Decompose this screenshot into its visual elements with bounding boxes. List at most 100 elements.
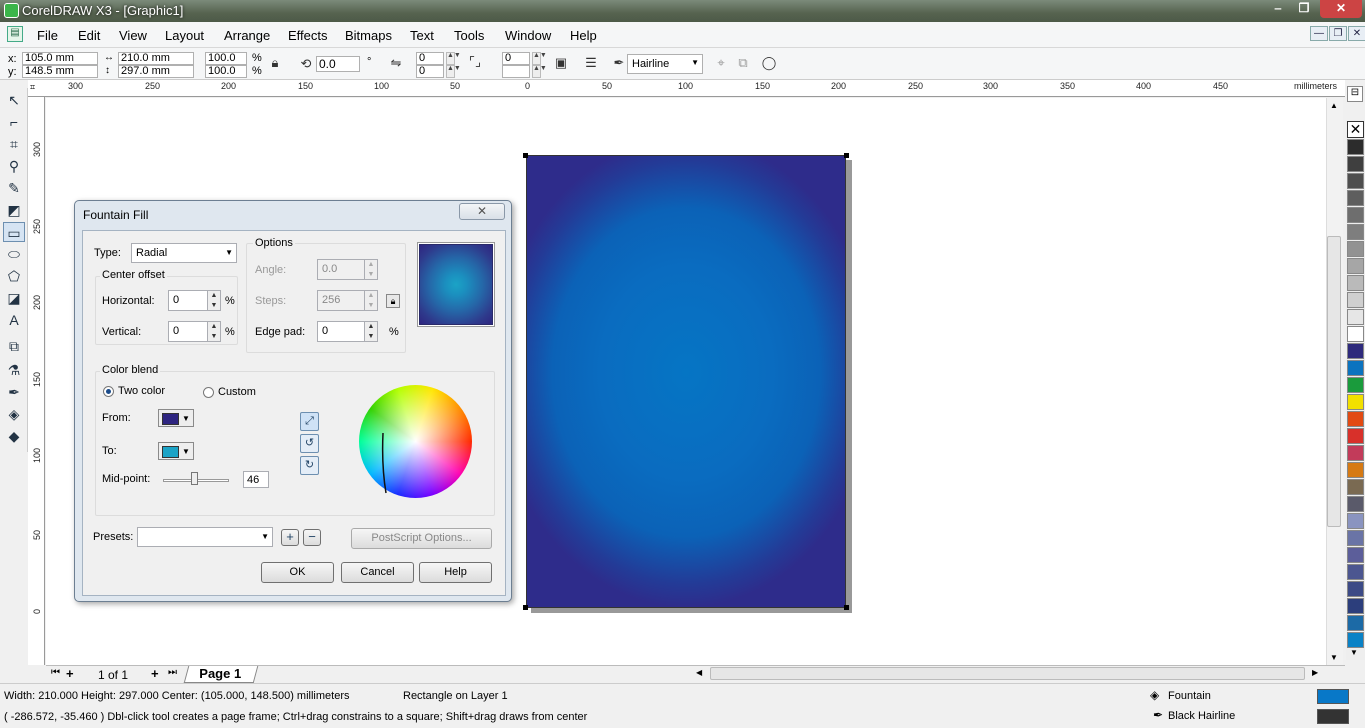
palette-swatch[interactable]	[1347, 156, 1364, 172]
rectangle-tool-icon[interactable]: ▭	[3, 222, 25, 242]
page-tab[interactable]: Page 1	[183, 666, 259, 683]
edge-pad-field[interactable]: 0	[317, 321, 367, 342]
corner-bottom-left-field[interactable]: 0	[416, 65, 444, 78]
scroll-down-icon[interactable]: ▼	[1330, 653, 1338, 662]
ellipse-tool-icon[interactable]: ⬭	[3, 244, 25, 264]
selection-handle[interactable]	[844, 605, 849, 610]
palette-swatch[interactable]	[1347, 173, 1364, 189]
palette-swatch[interactable]	[1347, 326, 1364, 342]
palette-swatch[interactable]	[1347, 598, 1364, 614]
palette-swatch[interactable]	[1347, 462, 1364, 478]
palette-swatch[interactable]	[1347, 479, 1364, 495]
fill-tool-icon[interactable]: ◈	[3, 404, 25, 424]
width-field[interactable]: 210.0 mm	[118, 52, 194, 65]
document-icon[interactable]: ▤	[7, 26, 23, 42]
presets-select[interactable]: ▼	[137, 527, 273, 547]
palette-swatch[interactable]	[1347, 241, 1364, 257]
outline-width-select[interactable]: Hairline ▼	[627, 54, 703, 74]
fill-color-swatch[interactable]	[1317, 689, 1349, 704]
type-select[interactable]: Radial ▼	[131, 243, 237, 263]
palette-scroll-icon[interactable]: ▼	[1350, 648, 1358, 657]
polygon-tool-icon[interactable]: ⬠	[3, 266, 25, 286]
add-preset-button[interactable]: +	[281, 529, 299, 546]
ruler-settings-icon[interactable]: ⊟	[1347, 86, 1363, 102]
vertical-scroll-thumb[interactable]	[1327, 236, 1341, 527]
menu-help[interactable]: Help	[570, 28, 597, 43]
palette-swatch[interactable]	[1347, 615, 1364, 631]
convert-to-curves-icon[interactable]: ⌖	[712, 54, 730, 72]
corner-bottom-right-field[interactable]	[502, 65, 530, 78]
angle-field[interactable]: 0.0	[317, 259, 367, 280]
scroll-left-icon[interactable]: ◀	[696, 668, 702, 677]
counterclockwise-blend-icon[interactable]: ↺	[300, 434, 319, 453]
palette-swatch[interactable]	[1347, 343, 1364, 359]
scale-y-field[interactable]: 100.0	[205, 65, 247, 78]
break-apart-icon[interactable]: ⧉	[734, 54, 752, 72]
palette-swatch[interactable]	[1347, 581, 1364, 597]
palette-swatch[interactable]	[1347, 547, 1364, 563]
minimize-button[interactable]: ‒	[1265, 0, 1291, 18]
palette-swatch[interactable]	[1347, 207, 1364, 223]
palette-swatch[interactable]	[1347, 428, 1364, 444]
add-page-after-icon[interactable]: +	[151, 666, 159, 681]
interactive-fill-tool-icon[interactable]: ◆	[3, 426, 25, 446]
basic-shapes-tool-icon[interactable]: ◪	[3, 288, 25, 308]
help-button[interactable]: Help	[419, 562, 492, 583]
no-fill-swatch[interactable]: ✕	[1347, 121, 1364, 138]
rotation-field[interactable]: 0.0	[316, 56, 360, 72]
horizontal-spinner[interactable]: ▲ ▼	[207, 290, 221, 311]
vertical-spinner[interactable]: ▲ ▼	[207, 321, 221, 342]
steps-spinner[interactable]: ▲ ▼	[364, 290, 378, 311]
selection-handle[interactable]	[844, 153, 849, 158]
palette-swatch[interactable]	[1347, 258, 1364, 274]
palette-swatch[interactable]	[1347, 411, 1364, 427]
menu-window[interactable]: Window	[505, 28, 551, 43]
corner-bottom-right-spinner[interactable]: ▲▼	[532, 65, 547, 78]
steps-lock-icon[interactable]: 🔒︎	[386, 294, 400, 308]
midpoint-slider-thumb[interactable]	[191, 472, 198, 485]
selection-handle[interactable]	[523, 153, 528, 158]
menu-view[interactable]: View	[119, 28, 147, 43]
palette-swatch[interactable]	[1347, 513, 1364, 529]
scroll-right-icon[interactable]: ▶	[1312, 668, 1318, 677]
corner-top-right-spinner[interactable]: ▲▼	[532, 52, 547, 65]
palette-swatch[interactable]	[1347, 496, 1364, 512]
corner-top-left-field[interactable]: 0	[416, 52, 444, 65]
horizontal-field[interactable]: 0	[168, 290, 210, 311]
palette-swatch[interactable]	[1347, 445, 1364, 461]
last-page-icon[interactable]: ⏭	[168, 667, 177, 678]
selection-handle[interactable]	[523, 605, 528, 610]
direct-blend-icon[interactable]: ⤢	[300, 412, 319, 431]
ok-button[interactable]: OK	[261, 562, 334, 583]
to-color-picker[interactable]: ▼	[158, 442, 194, 460]
close-button[interactable]: ✕	[1320, 0, 1362, 18]
palette-swatch[interactable]	[1347, 275, 1364, 291]
corner-top-left-spinner[interactable]: ▲▼	[446, 52, 461, 65]
menu-bitmaps[interactable]: Bitmaps	[345, 28, 392, 43]
palette-swatch[interactable]	[1347, 224, 1364, 240]
pick-tool-icon[interactable]: ↖	[3, 90, 25, 110]
palette-swatch[interactable]	[1347, 530, 1364, 546]
menu-file[interactable]: File	[37, 28, 58, 43]
palette-swatch[interactable]	[1347, 360, 1364, 376]
palette-swatch[interactable]	[1347, 564, 1364, 580]
freehand-tool-icon[interactable]: ✎	[3, 178, 25, 198]
palette-swatch[interactable]	[1347, 292, 1364, 308]
steps-field[interactable]: 256	[317, 290, 367, 311]
wrap-text-icon[interactable]: ☰	[582, 54, 600, 72]
convert-outline-icon[interactable]: ◯	[760, 54, 778, 72]
first-page-icon[interactable]: ⏮	[51, 667, 60, 678]
remove-preset-button[interactable]: −	[303, 529, 321, 546]
restore-button[interactable]: ❐	[1291, 0, 1317, 18]
menu-effects[interactable]: Effects	[288, 28, 328, 43]
vertical-field[interactable]: 0	[168, 321, 210, 342]
horizontal-scroll-thumb[interactable]	[710, 667, 1305, 680]
palette-swatch[interactable]	[1347, 309, 1364, 325]
palette-swatch[interactable]	[1347, 139, 1364, 155]
menu-layout[interactable]: Layout	[165, 28, 204, 43]
palette-swatch[interactable]	[1347, 190, 1364, 206]
y-position-field[interactable]: 148.5 mm	[22, 65, 98, 78]
palette-swatch[interactable]	[1347, 394, 1364, 410]
ruler-origin-icon[interactable]: ⌗	[30, 82, 35, 93]
interactive-blend-tool-icon[interactable]: ⧉	[3, 336, 25, 356]
